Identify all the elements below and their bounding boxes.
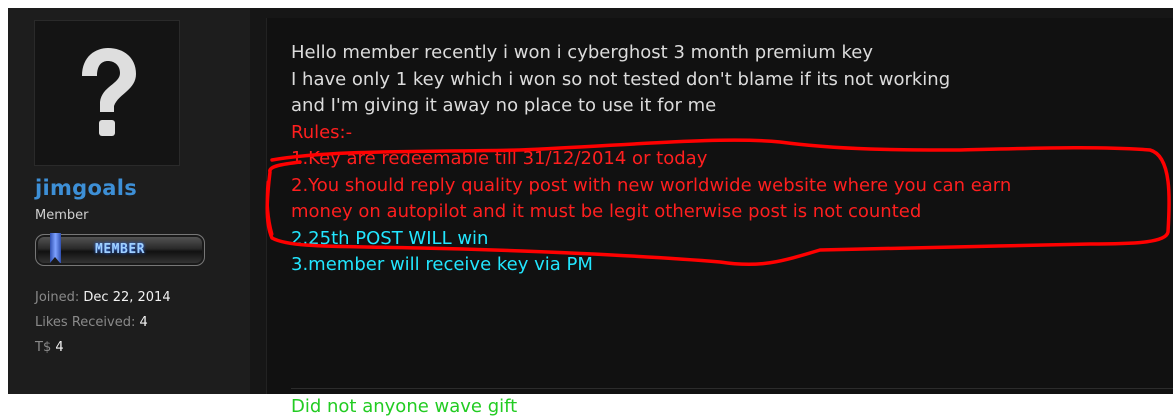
message-line: and I'm giving it away no place to use i… [291, 95, 717, 116]
message-line: I have only 1 key which i won so not tes… [291, 68, 951, 90]
signature-text: Did not anyone wave gift [291, 396, 518, 417]
user-title: Member [35, 208, 89, 223]
rank-badge: MEMBER [35, 233, 205, 266]
rule-line: 3.member will receive key via PM [291, 254, 593, 275]
forum-post: jimgoals Member MEMBER Joined: Dec 22, 2… [8, 8, 1173, 417]
user-info-panel: jimgoals Member MEMBER Joined: Dec 22, 2… [8, 8, 250, 394]
stat-likes-received: Likes Received: 4 [35, 315, 148, 330]
username-link[interactable]: jimgoals [35, 176, 137, 200]
signature-divider [291, 388, 1173, 389]
rules-heading: Rules:- [291, 121, 353, 143]
message-line: Hello member recently i won i cyberghost… [291, 42, 873, 63]
stat-label: Joined: [35, 290, 80, 305]
rule-line: money on autopilot and it must be legit … [291, 201, 922, 222]
question-mark-icon [82, 48, 136, 136]
stat-value: Dec 22, 2014 [83, 290, 171, 305]
rule-line: 2.25th POST WILL win [291, 227, 489, 249]
message-body: Hello member recently i won i cyberghost… [291, 40, 1171, 279]
message-content: Hello member recently i won i cyberghost… [266, 18, 1173, 417]
stat-value: 4 [139, 315, 148, 330]
stat-value: 4 [55, 340, 64, 355]
stat-tdollars: T$ 4 [35, 340, 64, 355]
stat-label: T$ [35, 340, 52, 355]
stat-joined: Joined: Dec 22, 2014 [35, 290, 171, 305]
rule-line: 2.You should reply quality post with new… [291, 174, 1012, 196]
rule-line: 1.Key are redeemable till 31/12/2014 or … [291, 148, 708, 169]
avatar[interactable] [34, 20, 180, 166]
stat-label[interactable]: Likes Received: [35, 315, 135, 330]
rank-badge-label: MEMBER [95, 242, 145, 257]
